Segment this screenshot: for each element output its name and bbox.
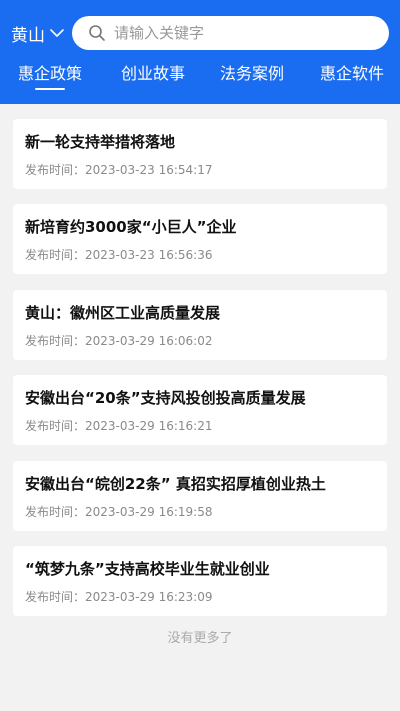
list-item[interactable]: “筑梦九条”支持高校毕业生就业创业 发布时间：2023-03-29 16:23:… (13, 546, 387, 616)
category-tabs: 惠企政策 创业故事 法务案例 惠企软件 (0, 62, 400, 92)
article-title: 新一轮支持举措将落地 (25, 133, 176, 151)
city-selector[interactable]: 黄山 (11, 19, 65, 47)
top-header: 黄山 惠企政策 创业故事 法务案例 惠企软件 (0, 0, 400, 104)
chevron-down-icon (50, 29, 64, 37)
list-item[interactable]: 新一轮支持举措将落地 发布时间：2023-03-23 16:54:17 (13, 119, 387, 189)
article-title: 安徽出台“20条”支持风投创投高质量发展 (25, 389, 306, 407)
article-title: 安徽出台“皖创22条” 真招实招厚植创业热土 (25, 475, 326, 493)
article-title: 新培育约3000家“小巨人”企业 (25, 218, 237, 236)
article-title: 黄山：徽州区工业高质量发展 (25, 304, 221, 322)
article-time: 发布时间：2023-03-23 16:54:17 (25, 163, 213, 177)
city-label: 黄山 (11, 25, 45, 46)
search-input[interactable] (114, 24, 354, 42)
tab-legal-cases[interactable]: 法务案例 (220, 62, 284, 90)
tab-startup-stories[interactable]: 创业故事 (121, 62, 185, 90)
no-more-text: 没有更多了 (167, 631, 233, 646)
search-bar[interactable] (72, 16, 389, 50)
article-time: 发布时间：2023-03-29 16:19:58 (25, 505, 213, 519)
list-item[interactable]: 安徽出台“皖创22条” 真招实招厚植创业热土 发布时间：2023-03-29 1… (13, 461, 387, 531)
tab-enterprise-software[interactable]: 惠企软件 (320, 62, 384, 90)
list-item[interactable]: 新培育约3000家“小巨人”企业 发布时间：2023-03-23 16:56:3… (13, 204, 387, 274)
list-item[interactable]: 安徽出台“20条”支持风投创投高质量发展 发布时间：2023-03-29 16:… (13, 375, 387, 445)
article-time: 发布时间：2023-03-23 16:56:36 (25, 248, 213, 262)
article-title: “筑梦九条”支持高校毕业生就业创业 (25, 560, 270, 578)
article-time: 发布时间：2023-03-29 16:16:21 (25, 419, 213, 433)
search-icon (89, 25, 105, 41)
article-time: 发布时间：2023-03-29 16:06:02 (25, 334, 213, 348)
list-item[interactable]: 黄山：徽州区工业高质量发展 发布时间：2023-03-29 16:06:02 (13, 290, 387, 360)
article-time: 发布时间：2023-03-29 16:23:09 (25, 590, 213, 604)
tab-policies[interactable]: 惠企政策 (18, 62, 82, 90)
